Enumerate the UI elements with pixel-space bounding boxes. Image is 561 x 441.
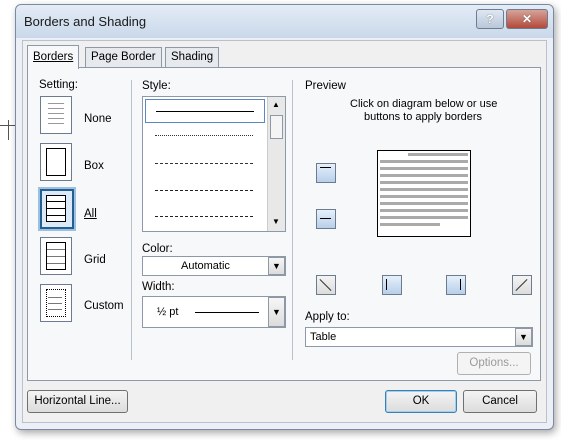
help-icon: ? bbox=[486, 12, 494, 26]
right-border-button[interactable] bbox=[446, 275, 466, 295]
left-border-button[interactable] bbox=[382, 275, 402, 295]
cancel-button[interactable]: Cancel bbox=[463, 390, 537, 413]
style-option-solid[interactable] bbox=[145, 99, 265, 123]
setting-all-icon[interactable] bbox=[40, 189, 74, 229]
setting-box-label[interactable]: Box bbox=[84, 160, 104, 172]
top-border-button[interactable] bbox=[316, 163, 336, 183]
style-option-dash-dot[interactable] bbox=[155, 216, 253, 217]
close-button[interactable]: ✕ bbox=[506, 9, 548, 29]
style-option-dashed[interactable] bbox=[155, 190, 253, 191]
setting-custom-icon[interactable] bbox=[40, 284, 72, 322]
diagonal-down-border-button[interactable] bbox=[316, 275, 336, 295]
style-label: Style: bbox=[142, 80, 171, 92]
color-label: Color: bbox=[142, 243, 173, 255]
setting-grid-icon[interactable] bbox=[40, 237, 72, 275]
borders-shading-dialog: Borders and Shading ? ✕ Borders Page Bor… bbox=[15, 4, 554, 430]
setting-none-icon[interactable] bbox=[40, 96, 72, 134]
close-icon: ✕ bbox=[521, 12, 533, 26]
width-select[interactable]: ½ pt ▼ bbox=[142, 296, 286, 328]
scroll-thumb[interactable] bbox=[270, 115, 283, 139]
width-label: Width: bbox=[142, 281, 175, 293]
style-list-scrollbar[interactable]: ▲ ▼ bbox=[267, 97, 285, 231]
preview-instructions: buttons to apply borders bbox=[364, 111, 483, 123]
title-bar[interactable]: Borders and Shading ? ✕ bbox=[16, 5, 553, 38]
scroll-up-arrow-icon[interactable]: ▲ bbox=[272, 100, 280, 109]
dialog-body: Borders Page Border Shading Setting: Non… bbox=[22, 40, 547, 423]
scroll-down-arrow-icon[interactable]: ▼ bbox=[272, 217, 280, 226]
tab-page-border[interactable]: Page Border bbox=[85, 47, 162, 67]
horizontal-line-button[interactable]: Horizontal Line... bbox=[27, 390, 128, 413]
preview-instructions: Click on diagram below or use bbox=[350, 98, 498, 110]
preview-label: Preview bbox=[305, 80, 346, 92]
column-divider bbox=[292, 80, 293, 360]
chevron-down-icon[interactable]: ▼ bbox=[268, 257, 285, 275]
setting-box-icon[interactable] bbox=[40, 143, 72, 181]
style-list[interactable]: ▲ ▼ bbox=[142, 96, 286, 232]
tab-borders[interactable]: Borders bbox=[27, 45, 80, 69]
color-value: Automatic bbox=[181, 260, 230, 272]
middle-horizontal-border-button[interactable] bbox=[316, 209, 336, 229]
dialog-title: Borders and Shading bbox=[24, 14, 147, 29]
setting-none-label[interactable]: None bbox=[84, 113, 112, 125]
setting-all-label[interactable]: All bbox=[84, 208, 97, 220]
setting-grid-label[interactable]: Grid bbox=[84, 254, 106, 266]
color-select[interactable]: Automatic ▼ bbox=[142, 256, 286, 276]
chevron-down-icon[interactable]: ▼ bbox=[268, 297, 285, 327]
style-option-dotted[interactable] bbox=[155, 135, 253, 136]
setting-custom-label[interactable]: Custom bbox=[84, 300, 124, 312]
apply-to-value: Table bbox=[310, 331, 337, 343]
options-button[interactable]: Options... bbox=[457, 352, 531, 375]
diagonal-up-border-button[interactable] bbox=[512, 275, 532, 295]
apply-to-label: Apply to: bbox=[305, 311, 350, 323]
preview-diagram[interactable] bbox=[377, 150, 471, 237]
help-button[interactable]: ? bbox=[476, 9, 504, 29]
width-value: ½ pt bbox=[157, 306, 179, 318]
borders-tab-panel: Setting: None Box All Grid Custom Style:… bbox=[27, 67, 541, 381]
tab-shading[interactable]: Shading bbox=[165, 47, 220, 67]
setting-label: Setting: bbox=[39, 79, 78, 91]
apply-to-select[interactable]: Table ▼ bbox=[305, 327, 533, 347]
column-divider bbox=[131, 80, 132, 360]
style-option-dashed-small[interactable] bbox=[155, 163, 253, 164]
document-rule bbox=[8, 120, 9, 140]
ok-button[interactable]: OK bbox=[385, 390, 457, 413]
chevron-down-icon[interactable]: ▼ bbox=[515, 328, 532, 346]
